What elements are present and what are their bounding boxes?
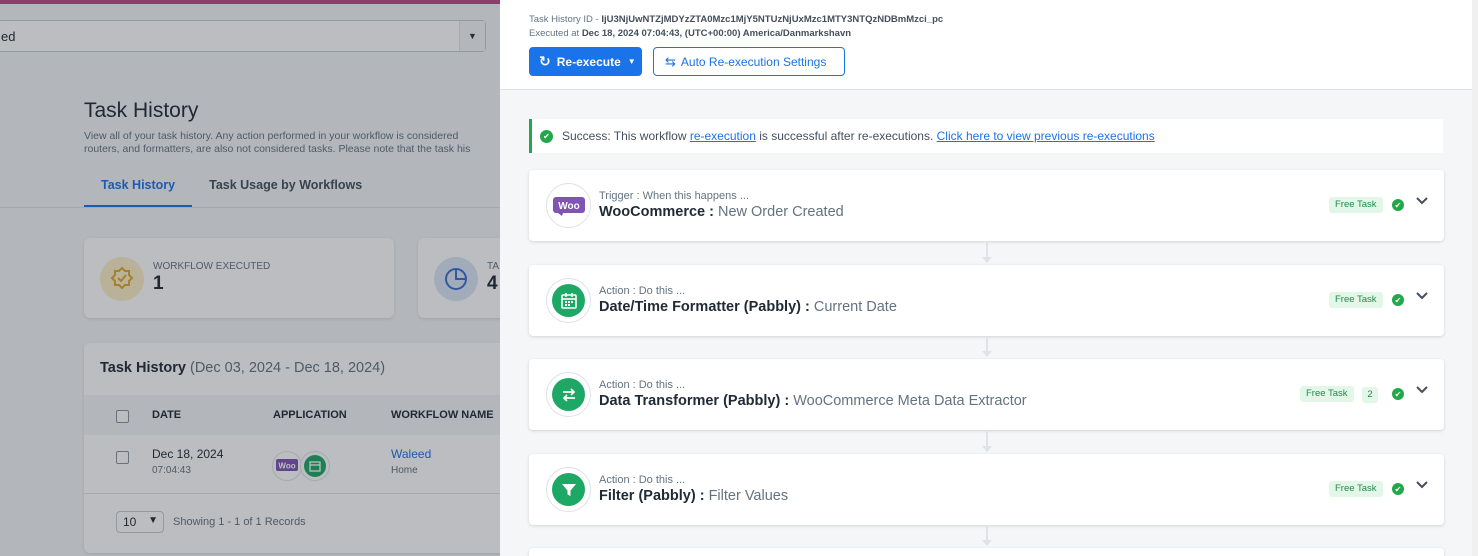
success-check-icon: ✔ — [1392, 388, 1404, 400]
executed-at-label: Executed at — [529, 28, 580, 39]
auto-re-execution-settings-button[interactable]: ⇆ Auto Re-execution Settings — [653, 47, 845, 76]
step-pre-label: Action : Do this ... — [599, 474, 686, 486]
free-task-badge: Free Task — [1329, 292, 1383, 308]
connector-arrow-icon — [982, 257, 992, 263]
free-task-badge: Free Task — [1329, 481, 1383, 497]
executed-at-value: Dec 18, 2024 07:04:43, (UTC+00:00) Ameri… — [581, 28, 852, 39]
re-execute-label: Re-execute — [556, 54, 621, 69]
modal-backdrop[interactable] — [0, 0, 500, 556]
task-history-id-value: IjU3NjUwNTZjMDYzZTA0Mzc1MjY5NTUzNjUxMzc1… — [601, 14, 944, 25]
chevron-down-icon[interactable] — [1415, 289, 1429, 303]
step-title: Date/Time Formatter (Pabbly) : Current D… — [599, 299, 897, 315]
chevron-down-icon[interactable] — [1415, 383, 1429, 397]
free-task-badge: Free Task — [1329, 197, 1383, 213]
step-connector — [986, 336, 988, 351]
step-card-data-transformer[interactable]: Action : Do this ... Data Transformer (P… — [529, 359, 1444, 430]
woocommerce-icon: Woo — [546, 183, 591, 228]
step-event-name: Filter Values — [708, 488, 789, 504]
step-card-filter[interactable]: Action : Do this ... Filter (Pabbly) : F… — [529, 454, 1444, 525]
re-execute-button[interactable]: ↻ Re-execute ▼ — [529, 47, 642, 76]
step-connector — [986, 430, 988, 446]
step-title: Data Transformer (Pabbly) : WooCommerce … — [599, 393, 1027, 409]
step-app-name: WooCommerce : — [599, 204, 714, 220]
step-app-name: Filter (Pabbly) : — [599, 488, 705, 504]
step-pre-label: Action : Do this ... — [599, 379, 686, 391]
step-connector — [986, 525, 988, 540]
calendar-icon — [546, 278, 591, 323]
transform-arrows-icon — [546, 372, 591, 417]
chevron-down-icon[interactable] — [1415, 478, 1429, 492]
step-app-name: Data Transformer (Pabbly) : — [599, 393, 790, 409]
auto-re-execution-label: Auto Re-execution Settings — [680, 54, 827, 69]
success-check-icon: ✔ — [1392, 483, 1404, 495]
task-detail-drawer: Task History ID - IjU3NjUwNTZjMDYzZTA0Mz… — [500, 0, 1478, 556]
connector-arrow-icon — [982, 540, 992, 546]
step-card-next[interactable] — [529, 548, 1444, 556]
step-event-name: Current Date — [813, 299, 897, 315]
step-pre-label: Action : Do this ... — [599, 285, 686, 297]
success-check-icon: ✔ — [1392, 294, 1404, 306]
step-title: WooCommerce : New Order Created — [599, 204, 844, 220]
success-alert: ✔ Success: This workflow re-execution is… — [529, 119, 1443, 153]
step-title: Filter (Pabbly) : Filter Values — [599, 488, 788, 504]
re-execution-link[interactable]: re-execution — [690, 129, 756, 143]
caret-down-icon: ▼ — [627, 57, 636, 66]
step-app-name: Date/Time Formatter (Pabbly) : — [599, 299, 810, 315]
task-history-id-label: Task History ID - — [529, 14, 599, 25]
free-task-badge: Free Task — [1300, 386, 1354, 402]
executed-at: Executed at Dec 18, 2024 07:04:43, (UTC+… — [529, 28, 851, 39]
connector-arrow-icon — [982, 351, 992, 357]
step-connector — [986, 241, 988, 257]
connector-arrow-icon — [982, 446, 992, 452]
success-check-icon: ✔ — [540, 129, 553, 143]
step-card-datetime-formatter[interactable]: Action : Do this ... Date/Time Formatter… — [529, 265, 1444, 336]
refresh-icon: ↻ — [539, 53, 551, 69]
drawer-header: Task History ID - IjU3NjUwNTZjMDYzZTA0Mz… — [500, 0, 1478, 90]
task-count-badge: 2 — [1362, 387, 1378, 403]
alert-prefix: Success: This workflow — [562, 129, 687, 143]
view-previous-re-executions-link[interactable]: Click here to view previous re-execution… — [937, 129, 1155, 143]
step-event-name: New Order Created — [717, 204, 844, 220]
chevron-down-icon[interactable] — [1415, 194, 1429, 208]
step-event-name: WooCommerce Meta Data Extractor — [793, 393, 1027, 409]
success-check-icon: ✔ — [1392, 199, 1404, 211]
scrollbar[interactable] — [1472, 0, 1478, 556]
step-card-trigger[interactable]: Woo Trigger : When this happens ... WooC… — [529, 170, 1444, 241]
alert-middle: is successful after re-executions. — [759, 129, 934, 143]
filter-icon — [546, 467, 591, 512]
svg-text:Woo: Woo — [558, 201, 579, 212]
repeat-icon: ⇆ — [665, 53, 676, 69]
step-pre-label: Trigger : When this happens ... — [599, 190, 749, 202]
task-history-id: Task History ID - IjU3NjUwNTZjMDYzZTA0Mz… — [529, 14, 943, 25]
